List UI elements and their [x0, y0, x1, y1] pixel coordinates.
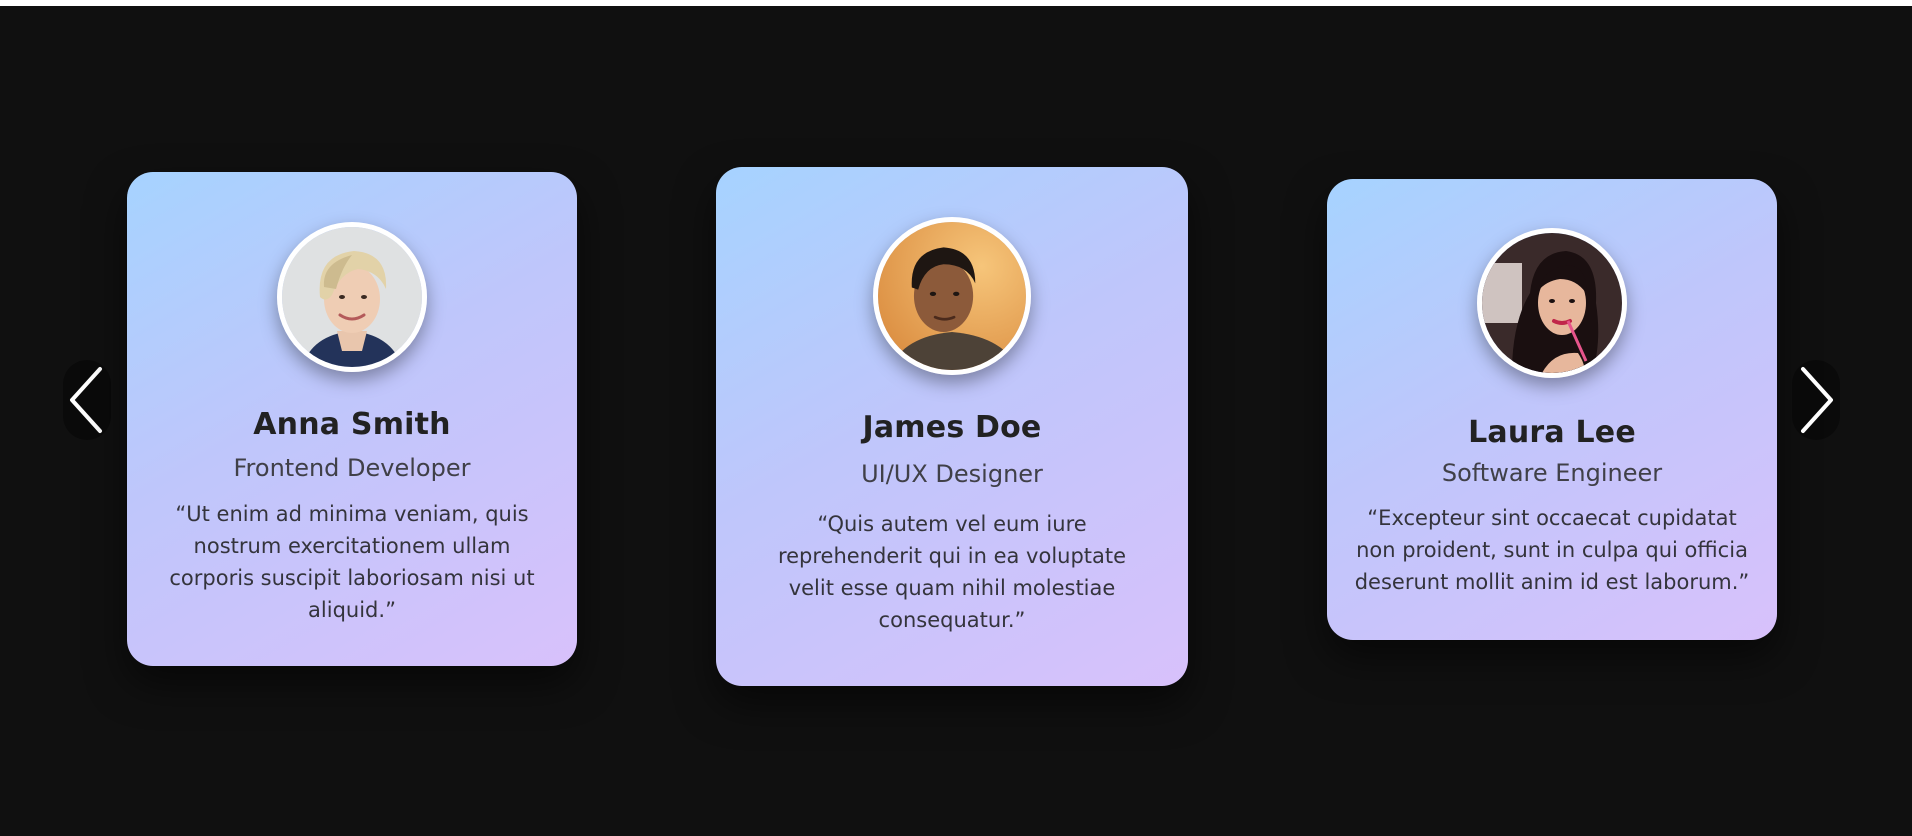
testimonial-card: Laura Lee Software Engineer “Excepteur s…: [1327, 179, 1777, 640]
chevron-left-icon: [70, 367, 102, 433]
chevron-right-icon: [1801, 367, 1833, 433]
avatar: [277, 222, 427, 372]
person-name: Anna Smith: [253, 407, 451, 442]
testimonial-card: Anna Smith Frontend Developer “Ut enim a…: [127, 172, 577, 666]
avatar: [1477, 228, 1627, 378]
testimonial-quote: “Ut enim ad minima veniam, quis nostrum …: [169, 502, 535, 622]
testimonial-card: James Doe UI/UX Designer “Quis autem vel…: [716, 167, 1188, 686]
person-role: Frontend Developer: [233, 454, 471, 482]
person-role: Software Engineer: [1441, 459, 1663, 487]
person-name: James Doe: [862, 410, 1042, 445]
person-name: Laura Lee: [1468, 415, 1636, 450]
carousel-prev-button[interactable]: [63, 360, 111, 440]
carousel-next-button[interactable]: [1792, 360, 1840, 440]
testimonial-quote: “Excepteur sint occaecat cupidatat non p…: [1354, 506, 1750, 594]
avatar: [873, 217, 1031, 375]
testimonial-quote: “Quis autem vel eum iure reprehenderit q…: [777, 512, 1127, 632]
testimonial-carousel: Anna Smith Frontend Developer “Ut enim a…: [0, 6, 1912, 836]
person-role: UI/UX Designer: [861, 460, 1043, 488]
